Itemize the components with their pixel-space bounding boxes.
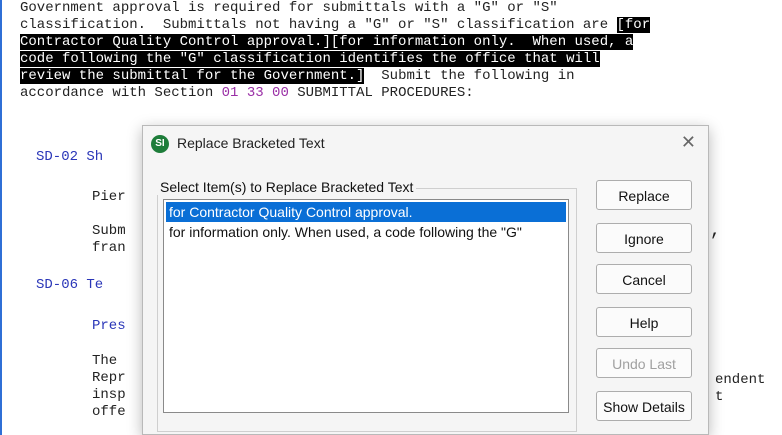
doc-text-fragment: Repr [92, 370, 126, 386]
dialog-title: Replace Bracketed Text [177, 135, 325, 151]
doc-line-3: Contractor Quality Control approval.][fo… [20, 34, 634, 51]
doc-text-fragment: Subm [92, 223, 126, 239]
doc-line-1: Government approval is required for subm… [20, 0, 558, 16]
replace-button[interactable]: Replace [596, 180, 692, 210]
doc-text-fragment: , [710, 221, 721, 241]
cancel-button[interactable]: Cancel [596, 264, 692, 294]
close-icon[interactable]: ✕ [681, 132, 696, 153]
bracketed-items-listbox[interactable]: for Contractor Quality Control approval.… [163, 199, 569, 413]
dialog-titlebar[interactable]: SI Replace Bracketed Text ✕ [143, 126, 708, 162]
doc-text-fragment: The [92, 353, 118, 369]
replace-bracketed-text-dialog: SI Replace Bracketed Text ✕ Select Item(… [142, 125, 709, 435]
bracketed-text-highlight: review the submittal for the Government.… [20, 68, 365, 84]
doc-line-5: review the submittal for the Government.… [20, 68, 575, 84]
speclink-app-icon: SI [151, 135, 169, 153]
section-number-link: 01 33 00 [221, 85, 289, 101]
doc-text-fragment: t [715, 389, 724, 405]
undo-last-button[interactable]: Undo Last [596, 348, 692, 378]
doc-line-4: code following the "G" classification id… [20, 51, 600, 68]
doc-text-fragment: insp [92, 387, 126, 403]
doc-text-fragment: Pres [92, 318, 126, 334]
bracketed-text-highlight: [for [616, 17, 651, 33]
doc-text-fragment: endent [715, 372, 766, 388]
doc-heading-sd06: SD-06 Te [36, 277, 104, 293]
doc-heading-sd02: SD-02 Sh [36, 149, 104, 165]
ignore-button[interactable]: Ignore [596, 223, 692, 253]
show-details-button[interactable]: Show Details [596, 391, 692, 421]
bracketed-text-highlight: code following the "G" classification id… [20, 51, 600, 67]
doc-line-2: classification. Submittals not having a … [20, 17, 651, 33]
list-item[interactable]: for information only. When used, a code … [166, 222, 525, 242]
groupbox-label: Select Item(s) to Replace Bracketed Text [157, 179, 417, 195]
doc-text-fragment: offe [92, 404, 126, 420]
help-button[interactable]: Help [596, 307, 692, 337]
doc-text-fragment: fran [92, 240, 126, 256]
doc-line-6: accordance with Section 01 33 00 SUBMITT… [20, 85, 474, 101]
doc-text-fragment: Pier [92, 189, 126, 205]
bracketed-text-highlight: Contractor Quality Control approval.][fo… [20, 34, 634, 50]
list-item-selected[interactable]: for Contractor Quality Control approval. [166, 202, 566, 222]
